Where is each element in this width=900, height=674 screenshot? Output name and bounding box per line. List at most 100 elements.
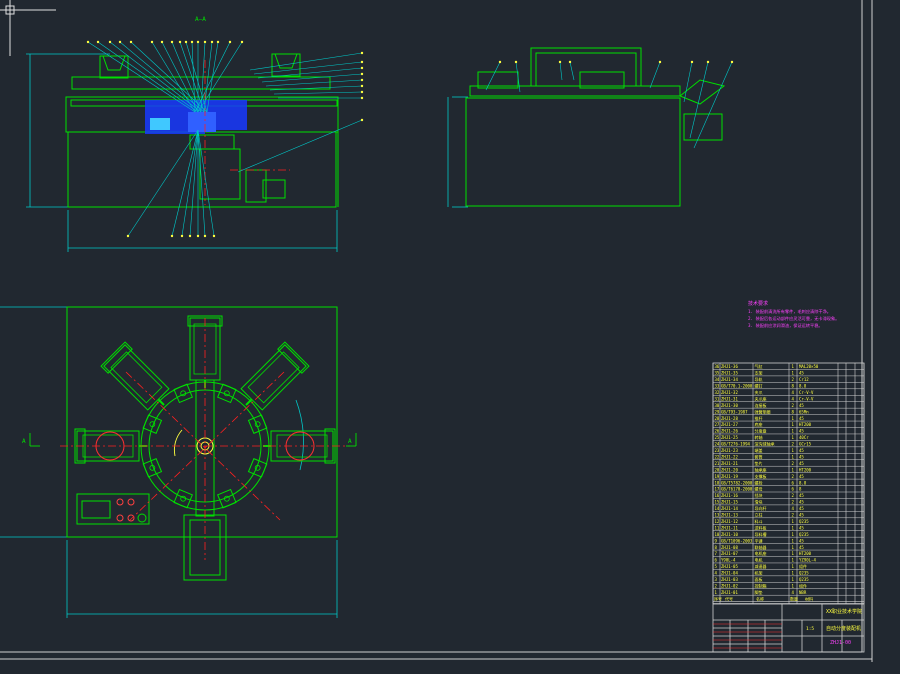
table-row: 22 ZHJ1-22 套筒 1 45 [715, 453, 805, 459]
table-cell: 连接板 [755, 402, 767, 408]
table-cell: 45 [799, 538, 804, 543]
table-cell: 导轨 [755, 376, 763, 382]
table-cell: 1 [792, 558, 795, 563]
table-cell: GB/T5782-2000 [721, 480, 753, 485]
table-row: 4 ZHJ1-04 机架 1 Q235 [715, 570, 810, 576]
table-cell: ZHJ1-34 [721, 377, 738, 382]
table-cell: 平键 [755, 537, 763, 543]
table-cell: 垫片 [755, 460, 763, 466]
table-cell: 45 [799, 371, 804, 376]
table-cell: 65Mn [799, 409, 809, 414]
table-cell: ZHJ1-05 [721, 564, 738, 569]
table-cell: ZHJ1-13 [721, 513, 738, 518]
leader-balloon [196, 234, 200, 238]
table-cell: 1 [792, 448, 795, 453]
parts-list-table[interactable]: 36 ZHJ1-36 气缸 1 MAL20×5035 ZHJ1-35 支架 1 4534 ZHJ1… [712, 362, 865, 605]
table-cell: 1 [792, 364, 795, 369]
table-cell: 13 [715, 513, 720, 518]
table-cell: 34 [715, 377, 720, 382]
leader-balloon [203, 40, 207, 44]
table-cell: ZHJ1-03 [721, 577, 738, 582]
cad-drawing-canvas[interactable]: A—A A A 技术要求 1. 装配前清洗所有零件，毛刺应清除干净。 2. 装配… [0, 0, 900, 670]
leader-line [253, 61, 363, 75]
leader-line [693, 61, 733, 149]
table-cell: 27 [715, 422, 720, 427]
leader-balloon [150, 40, 154, 44]
top-plan-view[interactable]: A A [0, 306, 357, 618]
table-cell: Cr12 [799, 377, 809, 382]
section-marker-left-label: A [22, 438, 26, 445]
table-cell: 夹爪 [755, 389, 763, 395]
technical-notes: 技术要求 1. 装配前清洗所有零件，毛刺应清除干净。 2. 装配后各运动部件应灵… [748, 300, 839, 329]
table-cell: 转轴 [755, 434, 763, 440]
leader-balloon [558, 60, 562, 64]
table-row: 25 ZHJ1-25 转轴 1 40Cr [715, 434, 810, 440]
table-cell: 23 [715, 448, 720, 453]
table-cell: GCr15 [799, 442, 812, 447]
leader-balloon [514, 60, 518, 64]
table-cell: 螺母 [755, 486, 763, 492]
table-cell: 35 [715, 371, 720, 376]
table-header-cell: 代号 [725, 595, 733, 601]
table-cell: 16 [715, 493, 720, 498]
leader-balloon [180, 234, 184, 238]
table-cell: 36 [715, 364, 720, 369]
side-leader-lines [485, 60, 734, 149]
drawing-name: 自动分度装配机 [826, 625, 861, 632]
table-row: 11 ZHJ1-11 送料板 1 45 [715, 524, 805, 530]
table-cell: ZHJ1-26 [721, 429, 738, 434]
table-cell: 1 [792, 532, 795, 537]
table-cell: 1 [792, 435, 795, 440]
leader-balloon [360, 118, 364, 122]
table-cell: 10 [715, 532, 720, 537]
table-cell: 4 [715, 571, 718, 576]
table-cell: ZHJ1-04 [721, 571, 738, 576]
table-cell: 45 [799, 525, 804, 530]
table-row: 26 ZHJ1-26 分度盘 1 45 [715, 428, 805, 434]
fixture-pad [247, 458, 268, 478]
table-cell: 8 [799, 487, 802, 492]
leader-balloon [210, 40, 214, 44]
table-cell: 2 [792, 377, 795, 382]
table-row: 31 ZHJ1-31 夹爪座 4 Cr-V-V [715, 395, 815, 401]
table-cell: ZHJ1-22 [721, 454, 738, 459]
table-cell: 2 [792, 474, 795, 479]
table-cell: 4 [792, 506, 795, 511]
table-cell: 26 [715, 429, 720, 434]
table-row: 29 GB/T93-1987 弹簧垫圈 8 65Mn [715, 408, 810, 414]
table-cell: MAL20×50 [799, 364, 819, 369]
table-cell: 1 [792, 551, 795, 556]
title-block[interactable]: XX职业技术学院 自动分度装配机 ZHJ1-00 1:5 [712, 603, 865, 653]
table-row: 19 ZHJ1-19 支撑板 2 45 [715, 473, 805, 479]
leader-line [559, 61, 563, 81]
table-cell: 2 [792, 403, 795, 408]
leader-balloon [360, 90, 364, 94]
leader-line [127, 129, 199, 237]
leader-balloon [203, 234, 207, 238]
table-cell: 2 [792, 442, 795, 447]
leader-balloon [498, 60, 502, 64]
table-cell: 24 [715, 442, 720, 447]
table-cell: 21 [715, 461, 720, 466]
table-row: 18 GB/T5782-2000 螺栓 6 8.8 [715, 479, 807, 485]
leader-line [273, 91, 363, 95]
front-section-view[interactable]: A—A [26, 16, 364, 252]
side-view[interactable] [447, 47, 734, 208]
table-cell: 8 [792, 384, 795, 389]
table-cell: 1 [792, 525, 795, 530]
notes-line-3: 3. 装配前应涂润滑油，保证运转平稳。 [748, 322, 823, 329]
table-cell: 4 [792, 396, 795, 401]
table-cell: Q235 [799, 571, 809, 576]
table-cell: 4 [792, 590, 795, 595]
table-cell: HT200 [799, 422, 812, 427]
table-cell: 15 [715, 500, 720, 505]
table-cell: 1 [715, 590, 718, 595]
table-cell: 40Cr [799, 435, 809, 440]
table-cell: ZHJ1-07 [721, 551, 738, 556]
table-cell: Cr-V-V [799, 390, 814, 395]
table-row: 12 ZHJ1-12 料斗 1 Q235 [715, 518, 810, 524]
table-cell: 3 [715, 577, 718, 582]
table-row: 6 Y90L-4 电机 1 YZ90L-4 [715, 557, 817, 563]
table-cell: ZHJ1-12 [721, 519, 738, 524]
table-row: 2 ZHJ1-02 控制箱 1 组件 [715, 582, 808, 588]
